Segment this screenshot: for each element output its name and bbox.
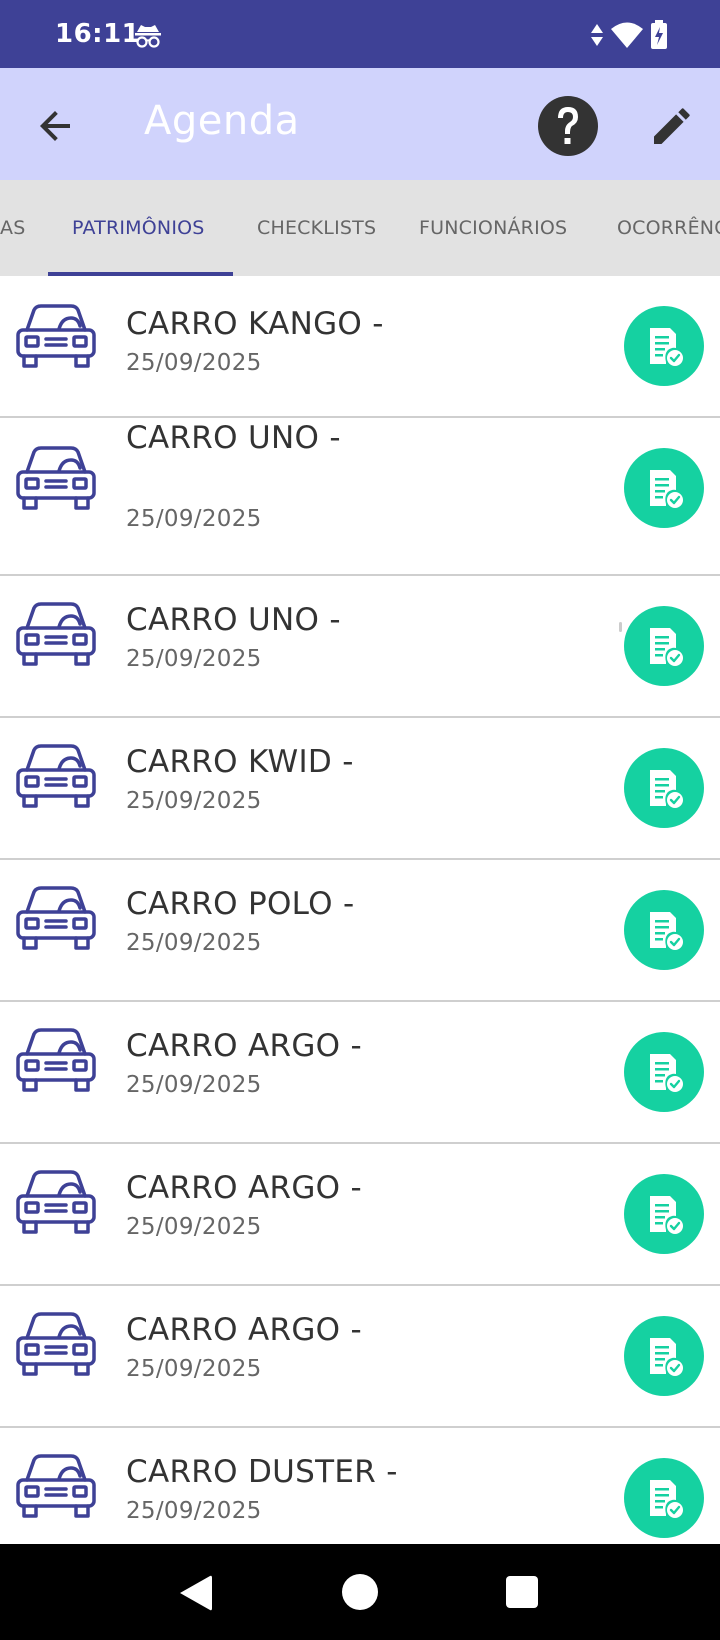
nav-home-icon[interactable] (342, 1574, 378, 1610)
page-title: Agenda (144, 98, 300, 144)
battery-charging-icon (651, 20, 667, 49)
checklist-button[interactable] (624, 1032, 704, 1112)
item-title: CARRO ARGO - (126, 1028, 362, 1064)
list-item[interactable]: CARRO ARGO - 25/09/2025 (0, 1286, 720, 1428)
item-date: 25/09/2025 (126, 350, 262, 376)
item-date: 25/09/2025 (126, 1072, 262, 1098)
checklist-button[interactable] (624, 306, 704, 386)
tab-patrimonios[interactable]: PATRIMÔNIOS (72, 180, 205, 276)
item-date: 25/09/2025 (126, 1356, 262, 1382)
list-item[interactable]: CARRO ARGO - 25/09/2025 (0, 1144, 720, 1286)
patrimonios-list: CARRO KANGO - 25/09/2025 CARRO UNO - 25/… (0, 276, 720, 1544)
car-icon (14, 1028, 98, 1094)
wifi-icon (611, 22, 643, 48)
screen: 16:11 Agenda AS PATRIMÔNIOS CHECKLISTS F… (0, 0, 720, 1640)
tab-bar: AS PATRIMÔNIOS CHECKLISTS FUNCIONÁRIOS O… (0, 180, 720, 276)
checklist-icon (646, 1194, 684, 1236)
list-item[interactable]: CARRO DUSTER - 25/09/2025 (0, 1428, 720, 1544)
car-icon (14, 304, 98, 370)
status-time: 16:11 (55, 19, 141, 49)
item-title: CARRO ARGO - (126, 1170, 362, 1206)
checklist-button[interactable] (624, 1174, 704, 1254)
tab-checklists[interactable]: CHECKLISTS (257, 180, 376, 276)
item-title: CARRO UNO - (126, 602, 341, 638)
data-arrows-icon (591, 24, 603, 46)
checklist-icon (646, 626, 684, 668)
checklist-icon (646, 1336, 684, 1378)
item-title: CARRO POLO - (126, 886, 355, 922)
item-date: 25/09/2025 (126, 506, 262, 532)
checklist-icon (646, 468, 684, 510)
item-date: 25/09/2025 (126, 1498, 262, 1524)
checklist-icon (646, 326, 684, 368)
list-item[interactable]: CARRO ARGO - 25/09/2025 (0, 1002, 720, 1144)
incognito-icon (135, 25, 161, 48)
checklist-icon (646, 1052, 684, 1094)
system-nav-bar (0, 1544, 720, 1640)
checklist-icon (646, 910, 684, 952)
car-icon (14, 602, 98, 668)
item-title: CARRO ARGO - (126, 1312, 362, 1348)
item-date: 25/09/2025 (126, 788, 262, 814)
list-item[interactable]: CARRO KWID - 25/09/2025 (0, 718, 720, 860)
checklist-icon (646, 768, 684, 810)
item-title: CARRO DUSTER - (126, 1454, 398, 1490)
checklist-button[interactable] (624, 448, 704, 528)
checklist-button[interactable] (624, 1316, 704, 1396)
nav-recents-icon[interactable] (506, 1576, 538, 1608)
tab-agendas-partial[interactable]: AS (0, 180, 25, 276)
item-date: 25/09/2025 (126, 930, 262, 956)
nav-back-icon[interactable] (178, 1574, 214, 1612)
arrow-left-icon[interactable] (32, 102, 80, 150)
scroll-mark (619, 622, 622, 632)
tab-ocorrencias[interactable]: OCORRÊNC (617, 180, 720, 276)
car-icon (14, 446, 98, 512)
item-title: CARRO UNO - (126, 420, 341, 456)
list-item[interactable]: CARRO UNO - 25/09/2025 (0, 576, 720, 718)
car-icon (14, 1312, 98, 1378)
pencil-icon[interactable] (648, 102, 696, 150)
tab-funcionarios[interactable]: FUNCIONÁRIOS (419, 180, 567, 276)
checklist-icon (646, 1478, 684, 1520)
checklist-button[interactable] (624, 890, 704, 970)
item-date: 25/09/2025 (126, 646, 262, 672)
help-circle-icon[interactable] (536, 94, 600, 158)
item-title: CARRO KANGO - (126, 306, 384, 342)
checklist-button[interactable] (624, 748, 704, 828)
car-icon (14, 886, 98, 952)
app-bar: Agenda (0, 68, 720, 180)
car-icon (14, 1454, 98, 1520)
list-item[interactable]: CARRO KANGO - 25/09/2025 (0, 276, 720, 418)
list-item[interactable]: CARRO UNO - 25/09/2025 (0, 418, 720, 576)
car-icon (14, 744, 98, 810)
status-bar: 16:11 (0, 0, 720, 68)
car-icon (14, 1170, 98, 1236)
checklist-button[interactable] (624, 606, 704, 686)
item-date: 25/09/2025 (126, 1214, 262, 1240)
status-icons (590, 20, 668, 50)
item-title: CARRO KWID - (126, 744, 354, 780)
checklist-button[interactable] (624, 1458, 704, 1538)
list-item[interactable]: CARRO POLO - 25/09/2025 (0, 860, 720, 1002)
